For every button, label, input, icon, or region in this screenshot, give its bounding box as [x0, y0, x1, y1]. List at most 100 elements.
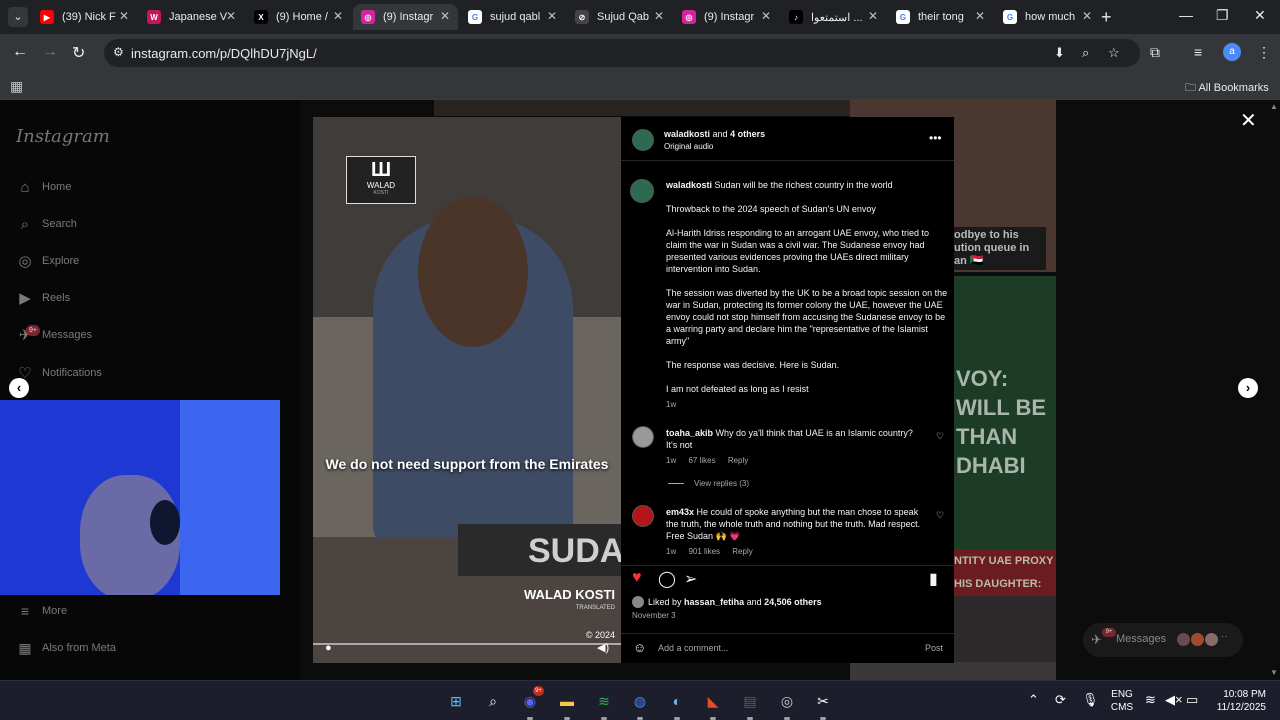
tab-close-icon[interactable]: ✕ — [119, 9, 129, 23]
tab-close-icon[interactable]: ✕ — [975, 9, 985, 23]
forward-button[interactable]: → — [42, 43, 58, 61]
caption-age[interactable]: 1w — [666, 399, 948, 411]
search-icon[interactable]: ⌕ — [481, 689, 505, 713]
sync-icon[interactable]: ⟳ — [1055, 692, 1066, 708]
browser-tab[interactable]: ◎ (9) Instagr ✕ — [674, 4, 779, 30]
scroll-up-arrow[interactable]: ▲ — [1270, 102, 1278, 111]
comment-reply-button[interactable]: Reply — [728, 456, 748, 465]
new-tab-button[interactable]: + — [1101, 7, 1112, 28]
extensions-icon[interactable]: ⧉ — [1150, 44, 1160, 61]
browser-tab[interactable]: ⊘ Sujud Qab ✕ — [567, 4, 672, 30]
sidebar-item-notifications[interactable]: ♡ Notifications — [16, 361, 102, 385]
share-icon[interactable]: ➢ — [684, 569, 697, 589]
language-indicator[interactable]: ENG CMS — [1110, 688, 1134, 714]
profile-avatar[interactable]: a — [1223, 43, 1241, 61]
battery-icon[interactable]: ▭ — [1186, 692, 1198, 708]
emoji-icon[interactable]: ☺ — [633, 640, 646, 655]
app-icon[interactable]: ◣ — [701, 689, 725, 720]
browser-tab[interactable]: ▶ (39) Nick F ✕ — [32, 4, 137, 30]
browser-tab[interactable]: W Japanese V ✕ — [139, 4, 244, 30]
view-replies-button[interactable]: View replies (3) — [668, 479, 749, 488]
more-menu[interactable]: ≡ More — [16, 601, 67, 621]
file-explorer-icon[interactable]: ▬ — [555, 689, 579, 720]
instagram-logo[interactable]: Instagram — [16, 126, 110, 147]
liked-by-user[interactable]: hassan_fetiha — [684, 597, 744, 607]
audio-link[interactable]: Original audio — [664, 142, 713, 151]
show-hidden-icons-icon[interactable]: ⌃ — [1028, 692, 1039, 708]
volume-muted-icon[interactable]: ◀× — [1165, 692, 1183, 708]
tab-close-icon[interactable]: ✕ — [654, 9, 664, 23]
back-button[interactable]: ← — [12, 43, 28, 61]
comment-input[interactable]: Add a comment... — [658, 643, 729, 653]
bookmark-star-icon[interactable]: ☆ — [1108, 45, 1120, 61]
system-clock[interactable]: 10:08 PM 11/12/2025 — [1206, 688, 1266, 714]
like-heart-icon[interactable]: ♥ — [632, 569, 642, 587]
sidebar-item-home[interactable]: ⌂ Home — [16, 175, 71, 199]
tab-close-icon[interactable]: ✕ — [226, 9, 236, 23]
comment-age[interactable]: 1w — [666, 547, 676, 556]
sound-icon[interactable]: ◀) — [597, 641, 609, 654]
browser-tab[interactable]: ◎ (9) Instagr ✕ — [353, 4, 458, 30]
co-authors-link[interactable]: 4 others — [730, 129, 765, 139]
video-progress-bar[interactable] — [313, 643, 621, 645]
commenter-avatar[interactable] — [632, 505, 654, 527]
previous-post-button[interactable]: ‹ — [9, 378, 29, 398]
author-avatar[interactable] — [632, 129, 654, 151]
comment-likes[interactable]: 67 likes — [688, 456, 715, 465]
windows-start-icon[interactable]: ⊞ — [444, 689, 468, 713]
discord-icon[interactable]: ◉ 9+ — [518, 686, 544, 720]
tab-close-icon[interactable]: ✕ — [547, 9, 557, 23]
wifi-icon[interactable]: ≋ — [1145, 692, 1156, 708]
browser-tab[interactable]: X (9) Home / ✕ — [246, 4, 351, 30]
comment-reply-button[interactable]: Reply — [732, 547, 752, 556]
snipping-tool-icon[interactable]: ✂ — [811, 689, 835, 720]
close-modal-icon[interactable]: ✕ — [1240, 108, 1257, 133]
comment-age[interactable]: 1w — [666, 456, 676, 465]
also-from-meta[interactable]: ▦ Also from Meta — [16, 638, 116, 658]
tab-close-icon[interactable]: ✕ — [333, 9, 343, 23]
caption-username[interactable]: waladkosti — [666, 180, 712, 190]
comment-like-icon[interactable]: ♡ — [936, 510, 944, 521]
address-bar[interactable]: ⚙ instagram.com/p/DQlhDU7jNgL/ ⬇ ⌕ ☆ — [104, 39, 1140, 67]
media-controls-icon[interactable]: ≡ — [1194, 44, 1202, 60]
tab-close-icon[interactable]: ✕ — [1082, 9, 1092, 23]
liked-by-count[interactable]: 24,506 others — [764, 597, 822, 607]
install-app-icon[interactable]: ⬇ — [1054, 45, 1065, 61]
sidebar-item-explore[interactable]: ◎ Explore — [16, 249, 79, 273]
apps-grid-icon[interactable]: ▦ — [10, 78, 23, 95]
tab-close-icon[interactable]: ✕ — [868, 9, 878, 23]
save-bookmark-icon[interactable]: ▮ — [929, 569, 938, 589]
tagged-user-icon[interactable]: ● — [325, 642, 332, 654]
tab-close-icon[interactable]: ✕ — [761, 9, 771, 23]
browser-tab[interactable]: Gtheir tong ✕ — [888, 4, 993, 30]
comment-like-icon[interactable]: ♡ — [936, 431, 944, 442]
url-text[interactable]: instagram.com/p/DQlhDU7jNgL/ — [131, 46, 317, 61]
post-date[interactable]: November 3 — [632, 611, 676, 620]
post-comment-button[interactable]: Post — [925, 643, 943, 653]
author-username[interactable]: waladkosti — [664, 129, 710, 139]
commenter-avatar[interactable] — [632, 426, 654, 448]
chrome-icon[interactable]: ◍ — [628, 689, 652, 720]
microphone-icon[interactable]: 🎙 — [1082, 692, 1099, 708]
comment-username[interactable]: toaha_akib — [666, 428, 713, 438]
scroll-down-arrow[interactable]: ▼ — [1270, 668, 1278, 677]
next-post-button[interactable]: › — [1238, 378, 1258, 398]
browser-tab[interactable]: ♪ استمتعوا ... ✕ — [781, 4, 886, 30]
browser-tab[interactable]: Gsujud qabl ✕ — [460, 4, 565, 30]
messages-pill[interactable]: ✈ 9+ Messages ·· — [1083, 623, 1243, 657]
comment-likes[interactable]: 901 likes — [688, 547, 720, 556]
post-video[interactable]: SUDA Ш WALAD KOSTI We do not need suppor… — [313, 117, 621, 663]
stocks-app-icon[interactable]: ▤ — [738, 689, 762, 720]
site-info-icon[interactable]: ⚙ — [113, 45, 124, 59]
minimize-button[interactable]: — — [1179, 7, 1193, 23]
caption-author-avatar[interactable] — [630, 179, 654, 203]
sidebar-item-reels[interactable]: ▶ Reels — [16, 286, 70, 310]
chrome-menu-icon[interactable]: ⋮ — [1257, 44, 1271, 61]
page-scrollbar[interactable] — [1268, 100, 1280, 680]
spotify-icon[interactable]: ≋ — [592, 689, 616, 720]
close-window-button[interactable]: ✕ — [1254, 7, 1266, 24]
more-options-icon[interactable]: ••• — [929, 131, 942, 145]
steam-icon[interactable]: ◐ — [665, 689, 689, 720]
zoom-icon[interactable]: ⌕ — [1082, 45, 1089, 61]
liked-by-avatar[interactable] — [632, 596, 644, 608]
